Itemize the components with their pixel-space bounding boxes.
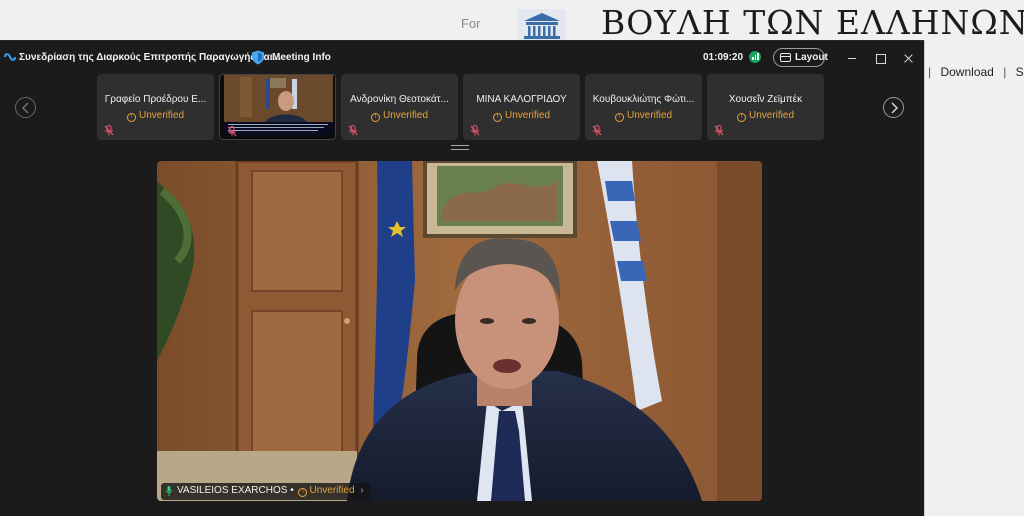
participant-video-tile[interactable] [219,74,336,140]
speaker-video-frame [157,161,762,501]
site-for-text: For [461,16,481,31]
window-edge [924,40,925,516]
participant-name: Ανδρονίκη Θεοτοκάτ... [350,94,449,105]
participant-tile[interactable]: ΜΙΝΑ ΚΑΛΟΓΡΙΔΟΥ ! Unverified [463,74,580,140]
layout-label: Layout [795,52,828,63]
participant-tile[interactable]: Χουσεΐν Ζεϊμπέκ ! Unverified [707,74,824,140]
warning-icon: ! [370,113,380,122]
link-separator: | [1003,65,1007,79]
participant-name: Γραφείο Προέδρου Ε... [104,94,207,105]
close-button[interactable] [899,49,917,67]
participant-name: Χουσεΐν Ζεϊμπέκ [728,94,803,105]
sign-in-link[interactable]: Sign [1016,65,1024,79]
site-title: ΒΟΥΛΗ ΤΩΝ ΕΛΛΗΝΩΝ [601,3,1024,42]
warning-icon: ! [126,113,136,122]
shield-icon[interactable] [251,50,265,65]
chevron-left-icon [22,102,29,114]
main-speaker-video [157,161,762,501]
mic-muted-icon [592,125,602,136]
meeting-timer: 01:09:20 [703,52,744,63]
meeting-title: Συνεδρίαση της Διαρκούς Επιτροπής Παραγω… [19,52,281,63]
meeting-window: Συνεδρίαση της Διαρκούς Επιτροπής Παραγω… [0,40,924,516]
warning-icon: ! [614,113,624,122]
participant-tile[interactable]: Ανδρονίκη Θεοτοκάτ... ! Unverified [341,74,458,140]
connection-signal-icon[interactable] [749,51,761,63]
speaker-name: VASILEIOS EXARCHOS [177,485,288,496]
site-links: | Download | Sign [928,65,1024,79]
minimize-button[interactable] [843,49,861,67]
participant-name: ΜΙΝΑ ΚΑΛΟΓΡΙΔΟΥ [476,94,567,105]
participant-video-thumbnail [220,75,335,139]
title-bar: Συνεδρίαση της Διαρκούς Επιτροπής Παραγω… [0,41,924,74]
layout-button[interactable]: Layout [773,48,828,67]
parliament-logo-icon [518,9,566,41]
separator-dot: • [290,485,294,496]
download-link[interactable]: Download [940,65,993,79]
previous-participants-button[interactable] [15,97,36,118]
unverified-badge: ! Unverified [298,485,355,497]
chevron-right-icon[interactable]: › [360,485,363,496]
warning-icon: ! [492,113,502,122]
unverified-badge: ! Unverified [707,110,824,122]
mic-muted-icon [714,125,724,136]
warning-icon: ! [736,113,746,122]
maximize-button[interactable] [871,49,889,67]
mic-icon [166,486,172,496]
mic-muted-icon [348,125,358,136]
mic-muted-icon [104,125,114,136]
unverified-badge: ! Unverified [463,110,580,122]
meeting-info-button[interactable]: Meeting Info [272,52,331,63]
mic-muted-icon [470,125,480,136]
unverified-badge: ! Unverified [585,110,702,122]
mic-muted-icon [227,126,237,137]
next-participants-button[interactable] [883,97,904,118]
chevron-right-icon [891,102,898,114]
speaker-name-tag: VASILEIOS EXARCHOS • ! Unverified › [161,483,370,500]
participant-name: Κουβουκλιώτης Φώτι... [592,94,695,105]
unverified-badge: ! Unverified [341,110,458,122]
unverified-badge: ! Unverified [97,110,214,122]
webex-icon [4,53,16,61]
link-separator: | [928,65,932,79]
participant-tile[interactable]: Γραφείο Προέδρου Ε... ! Unverified [97,74,214,140]
layout-icon [780,53,791,62]
warning-icon: ! [298,488,308,497]
resize-handle[interactable] [451,145,469,150]
participant-tile[interactable]: Κουβουκλιώτης Φώτι... ! Unverified [585,74,702,140]
